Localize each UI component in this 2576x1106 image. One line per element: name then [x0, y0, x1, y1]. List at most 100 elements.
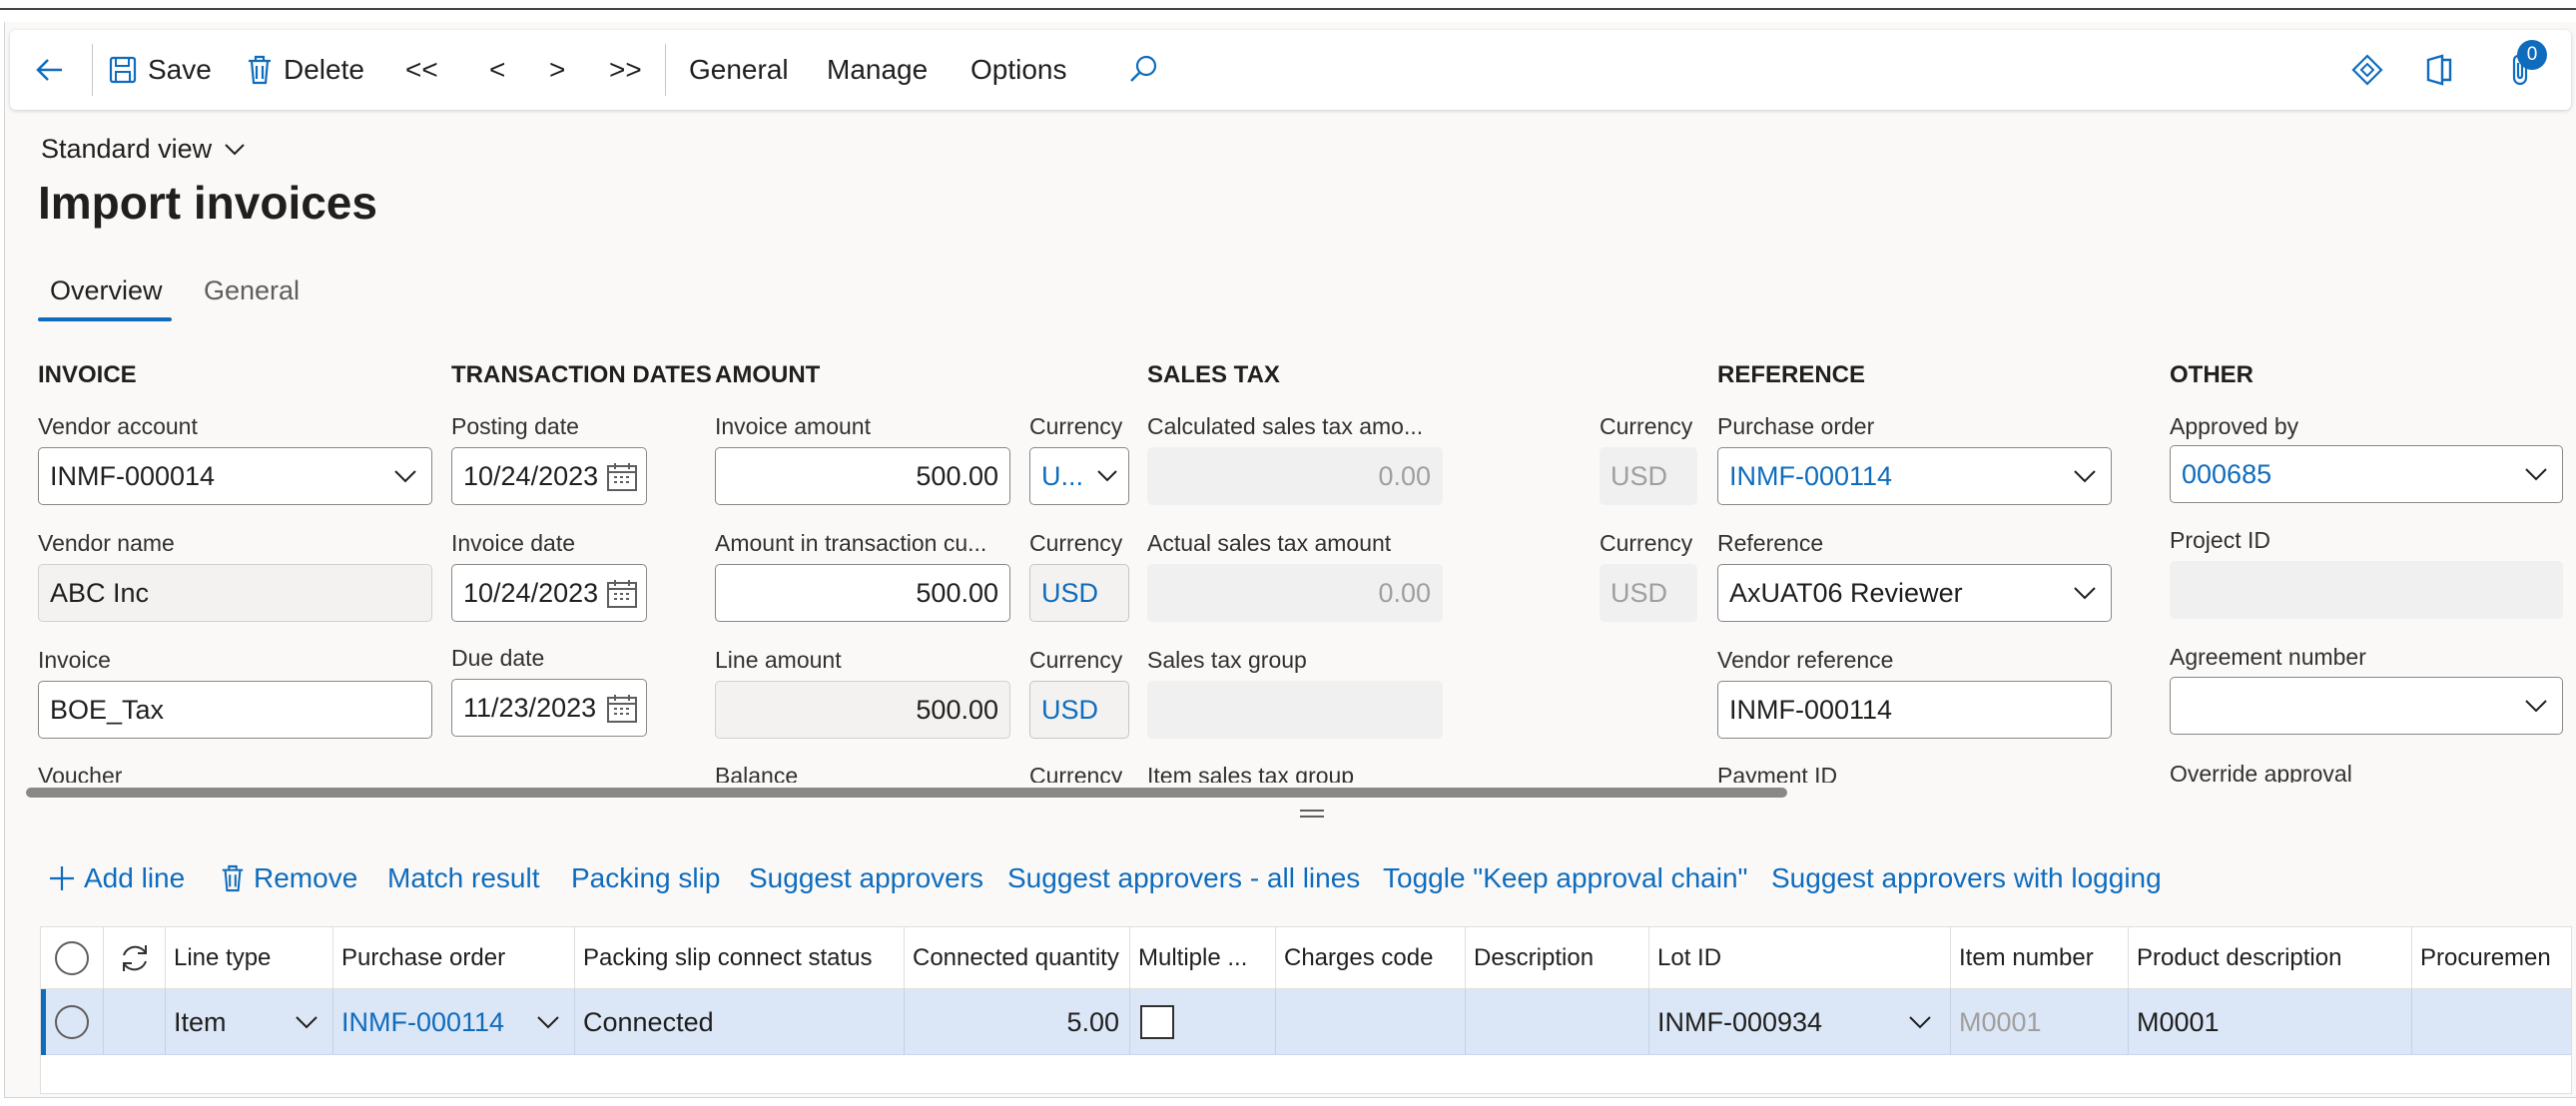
column-header-procurement[interactable]: Procuremen: [2411, 927, 2571, 989]
row-select-circle[interactable]: [55, 1005, 89, 1039]
purchase-order-field[interactable]: INMF-000114: [1717, 447, 2112, 505]
charges-code-cell[interactable]: [1275, 989, 1465, 1055]
toolbar-separator: [665, 44, 666, 96]
purchase-order-value[interactable]: INMF-000114: [1729, 461, 2100, 492]
column-header-lot-id[interactable]: Lot ID: [1648, 927, 1950, 989]
back-arrow-icon: [36, 59, 62, 81]
options-menu[interactable]: Options: [970, 30, 1067, 110]
multiple-checkbox[interactable]: [1140, 1005, 1174, 1039]
currency-label: Currency: [1600, 413, 1693, 439]
select-all-circle[interactable]: [55, 941, 89, 975]
transaction-currency-field[interactable]: USD: [1029, 564, 1129, 622]
match-result-button[interactable]: Match result: [387, 856, 540, 900]
invoice-amount-field[interactable]: 500.00: [715, 447, 1010, 505]
invoice-currency-field[interactable]: U...: [1029, 447, 1129, 505]
add-line-button[interactable]: Add line: [48, 856, 185, 900]
packing-slip-button[interactable]: Packing slip: [571, 856, 720, 900]
reference-field[interactable]: AxUAT06 Reviewer: [1717, 564, 2112, 622]
office-icon: [2426, 54, 2452, 86]
column-header-charges-code[interactable]: Charges code: [1275, 927, 1465, 989]
general-menu[interactable]: General: [689, 30, 789, 110]
product-description-cell: M0001: [2128, 989, 2411, 1055]
column-header-packing-slip-status[interactable]: Packing slip connect status: [574, 927, 904, 989]
row-select[interactable]: [41, 989, 103, 1055]
column-header-line-type[interactable]: Line type: [165, 927, 332, 989]
invoice-amount-label: Invoice amount: [715, 413, 871, 439]
first-label: <<: [405, 54, 438, 85]
invoice-date-field[interactable]: 10/24/2023: [451, 564, 647, 622]
invoice-field[interactable]: BOE_Tax: [38, 681, 432, 739]
line-amount-field: 500.00: [715, 681, 1010, 739]
table-row[interactable]: Item INMF-000114 Connected 5.00 INMF-000…: [41, 989, 2571, 1055]
vendor-reference-label: Vendor reference: [1717, 647, 1894, 673]
line-type-cell[interactable]: Item: [165, 989, 332, 1055]
suggest-approvers-logging-button[interactable]: Suggest approvers with logging: [1771, 856, 2162, 900]
tab-overview[interactable]: Overview: [50, 276, 163, 306]
item-number-cell: M0001: [1950, 989, 2128, 1055]
manage-label: Manage: [827, 54, 929, 85]
power-apps-button[interactable]: [2350, 30, 2384, 110]
view-selector[interactable]: Standard view: [41, 134, 246, 165]
last-record-button[interactable]: >>: [609, 30, 642, 110]
column-header-connected-quantity[interactable]: Connected quantity: [904, 927, 1129, 989]
due-date-field[interactable]: 11/23/2023: [451, 679, 647, 737]
save-button[interactable]: Save: [108, 30, 212, 110]
lot-id-cell[interactable]: INMF-000934: [1648, 989, 1950, 1055]
agreement-number-field[interactable]: [2170, 677, 2563, 735]
purchase-order-link[interactable]: INMF-000114: [341, 1007, 504, 1038]
approved-by-value[interactable]: 000685: [2182, 459, 2551, 490]
first-record-button[interactable]: <<: [405, 30, 438, 110]
save-icon: [109, 56, 137, 84]
balance-label: Balance: [715, 763, 799, 783]
lot-id-value: INMF-000934: [1657, 1006, 1823, 1037]
line-type-value: Item: [174, 1006, 227, 1037]
back-button[interactable]: [32, 30, 68, 110]
office-button[interactable]: [2424, 30, 2454, 110]
calculated-tax-currency-field: USD: [1600, 447, 1697, 505]
save-label: Save: [148, 54, 212, 85]
remove-line-button[interactable]: Remove: [220, 856, 357, 900]
description-cell[interactable]: [1465, 989, 1648, 1055]
toggle-keep-approval-chain-button[interactable]: Toggle "Keep approval chain": [1383, 856, 1747, 900]
column-header-multiple[interactable]: Multiple ...: [1129, 927, 1275, 989]
invoice-amount-value: 500.00: [916, 460, 998, 491]
tab-general[interactable]: General: [204, 276, 300, 306]
search-button[interactable]: [1126, 30, 1160, 110]
delete-label: Delete: [284, 54, 364, 85]
vendor-account-field[interactable]: INMF-000014: [38, 447, 432, 505]
invoice-currency-value: U...: [1041, 460, 1084, 491]
vendor-reference-field[interactable]: INMF-000114: [1717, 681, 2112, 739]
column-header-product-description[interactable]: Product description: [2128, 927, 2411, 989]
previous-record-button[interactable]: <: [489, 30, 505, 110]
section-invoice-title: INVOICE: [38, 361, 137, 388]
currency-label: Currency: [1029, 647, 1123, 673]
action-pane: Save Delete << < > >> General Manage Opt…: [10, 30, 2571, 110]
amount-transaction-currency-field[interactable]: 500.00: [715, 564, 1010, 622]
calendar-icon[interactable]: [606, 579, 638, 609]
calendar-icon[interactable]: [606, 462, 638, 492]
multiple-cell[interactable]: [1129, 989, 1275, 1055]
column-header-purchase-order[interactable]: Purchase order: [332, 927, 574, 989]
horizontal-scrollbar[interactable]: [26, 788, 1787, 798]
actual-sales-tax-label: Actual sales tax amount: [1147, 530, 1392, 556]
connected-quantity-cell[interactable]: 5.00: [904, 989, 1129, 1055]
posting-date-field[interactable]: 10/24/2023: [451, 447, 647, 505]
select-all-checkbox[interactable]: [41, 927, 103, 989]
trash-icon: [249, 55, 271, 85]
calendar-icon[interactable]: [606, 694, 638, 724]
manage-menu[interactable]: Manage: [827, 30, 928, 110]
suggest-approvers-button[interactable]: Suggest approvers: [749, 856, 983, 900]
delete-button[interactable]: Delete: [246, 30, 364, 110]
column-header-description[interactable]: Description: [1465, 927, 1648, 989]
purchase-order-cell[interactable]: INMF-000114: [332, 989, 574, 1055]
approved-by-field[interactable]: 000685: [2170, 445, 2563, 503]
currency-label: Currency: [1029, 530, 1123, 556]
suggest-approvers-all-lines-button[interactable]: Suggest approvers - all lines: [1007, 856, 1360, 900]
refresh-column[interactable]: [103, 927, 165, 989]
column-header-item-number[interactable]: Item number: [1950, 927, 2128, 989]
calculated-sales-tax-value: 0.00: [1378, 460, 1431, 491]
line-currency-field[interactable]: USD: [1029, 681, 1129, 739]
pane-splitter-handle[interactable]: [1300, 810, 1324, 818]
line-amount-value: 500.00: [916, 694, 998, 725]
next-record-button[interactable]: >: [549, 30, 565, 110]
